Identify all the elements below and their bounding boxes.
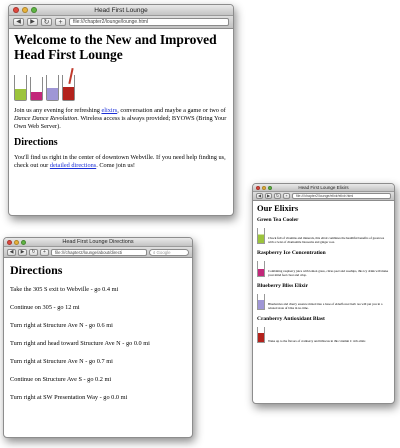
reload-button[interactable]: ↻ — [41, 18, 52, 26]
elixir-description: Blueberries and cherry essence mixed int… — [268, 302, 383, 310]
window-controls — [256, 186, 272, 190]
elixir-name: Blueberry Bliss Elixir — [257, 283, 309, 289]
cranberry-glass-image — [257, 327, 265, 343]
blueberry-glass — [46, 75, 59, 101]
directions-paragraph: You'll find us right in the center of do… — [14, 154, 228, 170]
elixir-description: Wake up to the flavors of cranberry and … — [268, 339, 366, 343]
directions-toolbar: ◀ ▶ ↻ + file:///chapter2/lounge/about/di… — [4, 247, 192, 258]
elixirs-heading: Our Elixirs — [257, 203, 299, 213]
directions-titlebar: Head First Lounge Directions — [4, 238, 192, 247]
cranberry-liquid — [63, 87, 74, 100]
lounge-browser-window: Head First Lounge ◀ ▶ ↻ + file:///chapte… — [8, 4, 234, 216]
elixir-description: Chock full of vitamins and minerals, thi… — [268, 236, 385, 244]
elixir-item: Cranberry Antioxidant Blast Wake up to t… — [257, 316, 390, 343]
directions-text-2: . Come join us! — [96, 162, 136, 169]
window-title: Head First Lounge Elixirs — [298, 185, 349, 190]
raspberry-glass-image — [257, 261, 265, 277]
forward-button[interactable]: ▶ — [27, 18, 38, 26]
intro-paragraph: Join us any evening for refreshing elixi… — [14, 107, 228, 131]
directions-page: Directions Take the 305 S exit to Webvil… — [4, 258, 192, 437]
elixirs-link[interactable]: elixirs — [101, 107, 117, 114]
address-bar[interactable]: file:///chapter2/lounge/about/directi — [51, 248, 147, 256]
elixirs-titlebar: Head First Lounge Elixirs — [253, 184, 394, 192]
forward-button[interactable]: ▶ — [265, 193, 272, 199]
blueberry-liquid — [47, 88, 58, 100]
blueberry-glass-image — [257, 294, 265, 310]
raspberry-liquid — [31, 92, 42, 100]
search-field[interactable]: ⌕ Google — [149, 248, 189, 256]
directions-browser-window: Head First Lounge Directions ◀ ▶ ↻ + fil… — [3, 237, 193, 438]
direction-step: Turn right at SW Presentation Way - go 0… — [10, 394, 128, 401]
address-url: file:///chapter2/lounge/about/directi — [55, 249, 123, 255]
detailed-directions-link[interactable]: detailed directions — [50, 162, 96, 169]
green-tea-glass-image — [257, 228, 265, 244]
window-controls — [13, 7, 37, 13]
address-url: file:///chapter2/lounge/lounge.html — [73, 19, 149, 25]
intro-text-2: , conversation and maybe a game or two o… — [117, 107, 226, 114]
minimize-window-button[interactable] — [22, 7, 28, 13]
zoom-window-button[interactable] — [31, 7, 37, 13]
direction-step: Turn right at Structure Ave N - go 0.7 m… — [10, 358, 113, 365]
address-url: file:///chapter2/lounge/elixir/elixir.ht… — [296, 194, 354, 198]
green-tea-liquid — [15, 89, 26, 100]
drinks-image — [14, 67, 78, 101]
direction-step: Take the 305 S exit to Webville - go 0.4… — [10, 286, 119, 293]
reload-button[interactable]: ↻ — [29, 248, 38, 256]
search-icon: ⌕ — [153, 249, 156, 255]
window-controls — [7, 240, 26, 245]
intro-text-1: Join us any evening for refreshing — [14, 107, 102, 114]
lounge-page: Welcome to the New and Improved Head Fir… — [9, 30, 233, 215]
direction-step: Continue on Structure Ave S - go 0.2 mi — [10, 376, 112, 383]
directions-page-title: Directions — [10, 263, 63, 277]
address-bar[interactable]: file:///chapter2/lounge/lounge.html — [69, 18, 229, 26]
lounge-toolbar: ◀ ▶ ↻ + file:///chapter2/lounge/lounge.h… — [9, 16, 233, 29]
search-placeholder: Google — [156, 249, 171, 255]
reload-button[interactable]: ↻ — [274, 193, 281, 199]
intro-emphasis: Dance Dance Revolution — [14, 115, 78, 122]
zoom-window-button[interactable] — [21, 240, 26, 245]
raspberry-glass — [30, 77, 43, 101]
add-bookmark-button[interactable]: + — [40, 248, 49, 256]
elixir-item: Blueberry Bliss Elixir Blueberries and c… — [257, 283, 390, 310]
add-bookmark-button[interactable]: + — [55, 18, 66, 26]
directions-heading: Directions — [14, 137, 58, 148]
forward-button[interactable]: ▶ — [18, 248, 27, 256]
elixir-name: Green Tea Cooler — [257, 217, 299, 223]
close-window-button[interactable] — [7, 240, 12, 245]
minimize-window-button[interactable] — [262, 186, 266, 190]
close-window-button[interactable] — [256, 186, 260, 190]
back-button[interactable]: ◀ — [256, 193, 263, 199]
straw — [68, 67, 74, 85]
add-bookmark-button[interactable]: + — [283, 193, 290, 199]
direction-step: Turn right at Structure Ave N - go 0.6 m… — [10, 322, 113, 329]
minimize-window-button[interactable] — [14, 240, 19, 245]
green-tea-glass — [14, 75, 27, 101]
direction-step: Turn right and head toward Structure Ave… — [10, 340, 150, 347]
elixir-description: Combining raspberry juice with lemon gra… — [268, 269, 389, 277]
back-button[interactable]: ◀ — [13, 18, 24, 26]
cranberry-glass — [62, 67, 75, 101]
zoom-window-button[interactable] — [268, 186, 272, 190]
page-title: Welcome to the New and Improved Head Fir… — [14, 32, 217, 62]
lounge-titlebar: Head First Lounge — [9, 5, 233, 16]
elixirs-toolbar: ◀ ▶ ↻ + file:///chapter2/lounge/elixir/e… — [253, 192, 394, 201]
address-bar[interactable]: file:///chapter2/lounge/elixir/elixir.ht… — [292, 193, 391, 199]
elixirs-page: Our Elixirs Green Tea Cooler Chock full … — [253, 201, 394, 403]
elixirs-browser-window: Head First Lounge Elixirs ◀ ▶ ↻ + file:/… — [252, 183, 395, 404]
direction-step: Continue on 305 - go 12 mi — [10, 304, 80, 311]
window-title: Head First Lounge — [94, 7, 148, 14]
elixir-item: Raspberry Ice Concentration Combining ra… — [257, 250, 390, 277]
back-button[interactable]: ◀ — [7, 248, 16, 256]
window-title: Head First Lounge Directions — [62, 239, 134, 245]
close-window-button[interactable] — [13, 7, 19, 13]
elixir-name: Raspberry Ice Concentration — [257, 250, 326, 256]
elixir-name: Cranberry Antioxidant Blast — [257, 316, 325, 322]
elixir-item: Green Tea Cooler Chock full of vitamins … — [257, 217, 390, 244]
